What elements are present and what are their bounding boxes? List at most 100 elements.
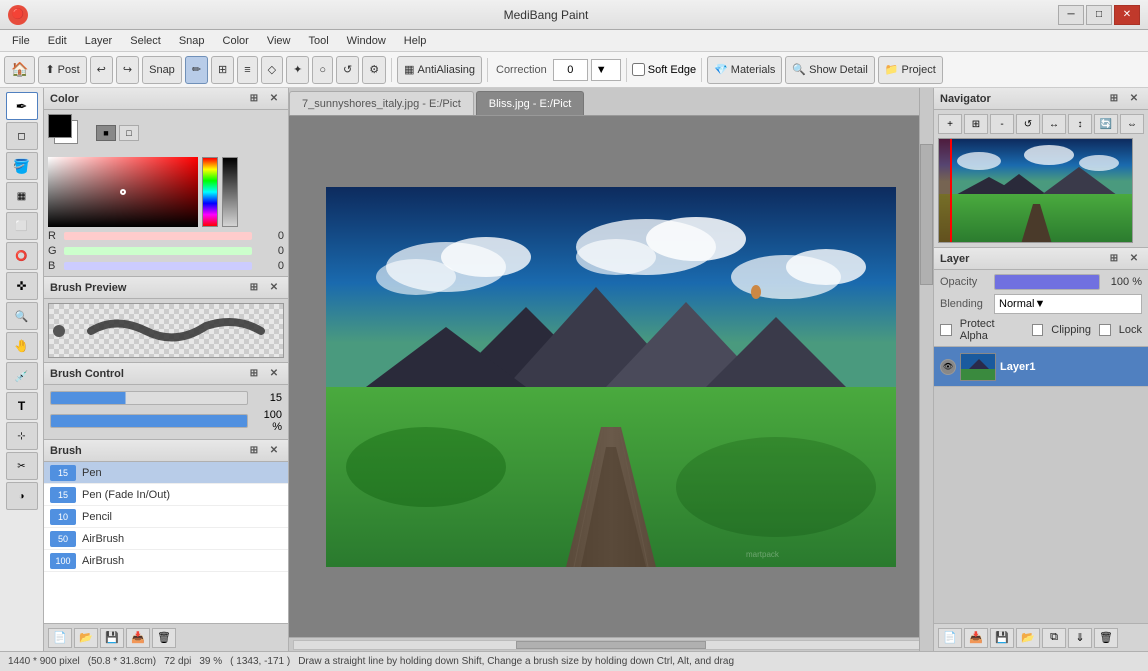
brush-add-btn[interactable]: 📄 bbox=[48, 628, 72, 648]
menu-help[interactable]: Help bbox=[396, 33, 435, 49]
tool-gradient[interactable]: ▦ bbox=[6, 182, 38, 210]
navigator-popup[interactable]: ⊞ bbox=[1106, 91, 1122, 107]
menu-edit[interactable]: Edit bbox=[40, 33, 75, 49]
color-hue-slider[interactable] bbox=[202, 157, 218, 227]
vscroll-thumb[interactable] bbox=[920, 144, 933, 285]
tool-pen[interactable]: ✒ bbox=[6, 92, 38, 120]
brush-item-3[interactable]: 50 AirBrush bbox=[44, 528, 288, 550]
menu-snap[interactable]: Snap bbox=[171, 33, 213, 49]
tool-eraser[interactable]: ◻ bbox=[6, 122, 38, 150]
color-mode-btn[interactable]: ■ bbox=[96, 125, 116, 141]
canvas-scroll[interactable]: martpack bbox=[289, 116, 933, 637]
tool-lasso[interactable]: ⭕ bbox=[6, 242, 38, 270]
menu-view[interactable]: View bbox=[259, 33, 299, 49]
snap-circle-btn[interactable]: ○ bbox=[312, 56, 333, 84]
tab-0[interactable]: 7_sunnyshores_italy.jpg - E:/Pict bbox=[289, 91, 474, 115]
menu-select[interactable]: Select bbox=[122, 33, 169, 49]
brush-panel-popup[interactable]: ⊞ bbox=[246, 443, 262, 459]
tool-text[interactable]: T bbox=[6, 392, 38, 420]
tab-1[interactable]: Bliss.jpg - E:/Pict bbox=[476, 91, 585, 115]
toolbar-home-button[interactable]: 🏠 bbox=[4, 56, 35, 84]
layer-merge-btn[interactable]: ⇓ bbox=[1068, 628, 1092, 648]
brush-save-btn[interactable]: 💾 bbox=[100, 628, 124, 648]
nav-fit[interactable]: ⊞ bbox=[964, 114, 988, 134]
brush-item-2[interactable]: 10 Pencil bbox=[44, 506, 288, 528]
nav-reset[interactable]: ↺ bbox=[1016, 114, 1040, 134]
snap-lines-btn[interactable]: ≡ bbox=[237, 56, 257, 84]
snap-cross-btn[interactable]: ✦ bbox=[286, 56, 309, 84]
canvas-vscrollbar[interactable] bbox=[919, 88, 933, 651]
menu-tool[interactable]: Tool bbox=[300, 33, 336, 49]
nav-zoom-out[interactable]: - bbox=[990, 114, 1014, 134]
menu-color[interactable]: Color bbox=[215, 33, 257, 49]
close-button[interactable]: ✕ bbox=[1114, 5, 1140, 25]
snap-grid-btn[interactable]: ⊞ bbox=[211, 56, 234, 84]
brush-preview-close[interactable]: ✕ bbox=[266, 280, 282, 296]
layer-vis-0[interactable]: 👁 bbox=[940, 359, 956, 375]
menu-layer[interactable]: Layer bbox=[77, 33, 121, 49]
brush-folder-btn[interactable]: 📂 bbox=[74, 628, 98, 648]
navigator-close[interactable]: ✕ bbox=[1126, 91, 1142, 107]
r-slider[interactable] bbox=[64, 232, 252, 240]
show-detail-button[interactable]: 🔍 Show Detail bbox=[785, 56, 874, 84]
brush-item-1[interactable]: 15 Pen (Fade In/Out) bbox=[44, 484, 288, 506]
layer-panel-close[interactable]: ✕ bbox=[1126, 251, 1142, 267]
layer-import-btn[interactable]: 📥 bbox=[964, 628, 988, 648]
tool-hand[interactable]: 🤚 bbox=[6, 332, 38, 360]
brush-import-btn[interactable]: 📥 bbox=[126, 628, 150, 648]
size-slider[interactable] bbox=[50, 391, 248, 405]
layer-delete-btn[interactable]: 🗑 bbox=[1094, 628, 1118, 648]
lock-checkbox[interactable] bbox=[1099, 324, 1111, 336]
color-alpha-slider[interactable] bbox=[222, 157, 238, 227]
color-panel-close[interactable]: ✕ bbox=[266, 91, 282, 107]
hscroll-thumb[interactable] bbox=[516, 641, 706, 649]
brush-control-close[interactable]: ✕ bbox=[266, 366, 282, 382]
soft-edge-checkbox[interactable] bbox=[632, 63, 645, 76]
tool-fill[interactable]: 🪣 bbox=[6, 152, 38, 180]
post-button[interactable]: ⬆ Post bbox=[38, 56, 86, 84]
color-gradient[interactable] bbox=[48, 157, 198, 227]
tool-selection[interactable]: ⬜ bbox=[6, 212, 38, 240]
color-panel-popup[interactable]: ⊞ bbox=[246, 91, 262, 107]
tool-color-change[interactable]: ◑ bbox=[6, 482, 38, 510]
correction-input[interactable] bbox=[553, 59, 588, 81]
tool-move[interactable]: ✜ bbox=[6, 272, 38, 300]
snap-button[interactable]: Snap bbox=[142, 56, 182, 84]
tool-eyedropper[interactable]: 💉 bbox=[6, 362, 38, 390]
g-slider[interactable] bbox=[64, 247, 252, 255]
maximize-button[interactable]: □ bbox=[1086, 5, 1112, 25]
menu-window[interactable]: Window bbox=[339, 33, 394, 49]
project-button[interactable]: 📁 Project bbox=[878, 56, 943, 84]
correction-dropdown[interactable]: ▼ bbox=[591, 59, 621, 81]
blending-dropdown[interactable]: Normal ▼ bbox=[994, 294, 1142, 314]
tool-zoom[interactable]: 🔍 bbox=[6, 302, 38, 330]
tool-stamp[interactable]: ✂ bbox=[6, 452, 38, 480]
nav-zoom-in[interactable]: + bbox=[938, 114, 962, 134]
canvas-hscrollbar[interactable] bbox=[289, 637, 933, 651]
brush-item-0[interactable]: 15 Pen bbox=[44, 462, 288, 484]
opacity-slider[interactable] bbox=[50, 414, 248, 428]
materials-button[interactable]: 💎 Materials bbox=[707, 56, 782, 84]
brush-control-popup[interactable]: ⊞ bbox=[246, 366, 262, 382]
brush-panel-close[interactable]: ✕ bbox=[266, 443, 282, 459]
snap-pencil-btn[interactable]: ✏ bbox=[185, 56, 208, 84]
layer-save-btn[interactable]: 💾 bbox=[990, 628, 1014, 648]
layer-new-btn[interactable]: 📄 bbox=[938, 628, 962, 648]
snap-settings-btn[interactable]: ⚙ bbox=[362, 56, 386, 84]
layer-duplicate-btn[interactable]: ⧉ bbox=[1042, 628, 1066, 648]
layer-folder-btn[interactable]: 📂 bbox=[1016, 628, 1040, 648]
color-trans-btn[interactable]: □ bbox=[119, 125, 139, 141]
nav-rotate[interactable]: 🔄 bbox=[1094, 114, 1118, 134]
brush-delete-btn[interactable]: 🗑 bbox=[152, 628, 176, 648]
nav-fit-width[interactable]: ↔ bbox=[1042, 114, 1066, 134]
minimize-button[interactable]: ─ bbox=[1058, 5, 1084, 25]
antialias-button[interactable]: ▦ AntiAliasing bbox=[397, 56, 482, 84]
protect-alpha-checkbox[interactable] bbox=[940, 324, 952, 336]
layer-item-0[interactable]: 👁 Layer1 bbox=[934, 347, 1148, 387]
layer-panel-popup[interactable]: ⊞ bbox=[1106, 251, 1122, 267]
snap-lasso-btn[interactable]: ◇ bbox=[261, 56, 283, 84]
clipping-checkbox[interactable] bbox=[1032, 324, 1044, 336]
snap-undo2-btn[interactable]: ↺ bbox=[336, 56, 359, 84]
b-slider[interactable] bbox=[64, 262, 252, 270]
brush-item-4[interactable]: 100 AirBrush bbox=[44, 550, 288, 572]
